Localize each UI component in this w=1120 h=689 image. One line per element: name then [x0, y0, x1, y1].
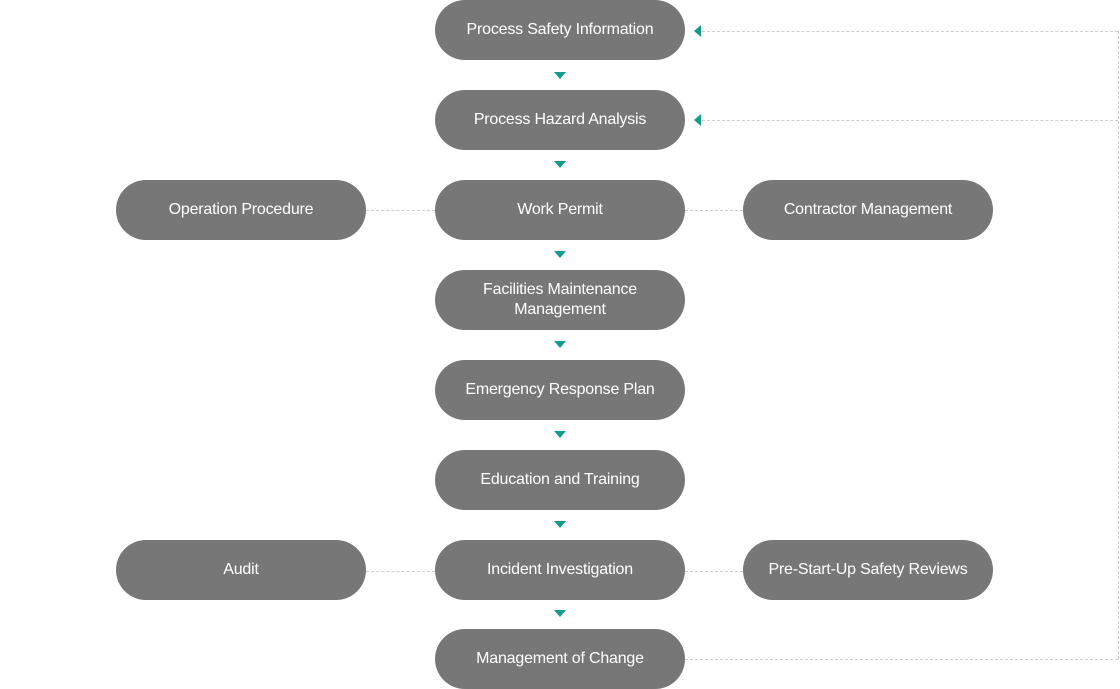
arrow-left-icon: [694, 114, 701, 126]
arrow-down-icon: [554, 251, 566, 258]
arrow-left-icon: [694, 25, 701, 37]
node-pre-startup-safety-reviews: Pre-Start-Up Safety Reviews: [743, 540, 993, 600]
arrow-down-icon: [554, 161, 566, 168]
connector-pre-startup: [685, 571, 743, 572]
connector-audit: [366, 571, 435, 572]
arrow-down-icon: [554, 610, 566, 617]
node-process-safety-information: Process Safety Information: [435, 0, 685, 60]
node-emergency-response-plan: Emergency Response Plan: [435, 360, 685, 420]
node-audit: Audit: [116, 540, 366, 600]
node-management-of-change: Management of Change: [435, 629, 685, 689]
connector-operation-procedure: [366, 210, 435, 211]
connector-contractor-management: [685, 210, 743, 211]
arrow-down-icon: [554, 341, 566, 348]
arrow-down-icon: [554, 521, 566, 528]
node-education-training: Education and Training: [435, 450, 685, 510]
arrow-down-icon: [554, 431, 566, 438]
feedback-line-psi: [702, 31, 1118, 32]
node-incident-investigation: Incident Investigation: [435, 540, 685, 600]
arrow-down-icon: [554, 72, 566, 79]
feedback-vertical-line: [1118, 31, 1119, 659]
node-contractor-management: Contractor Management: [743, 180, 993, 240]
node-facilities-maintenance: Facilities Maintenance Management: [435, 270, 685, 330]
node-work-permit: Work Permit: [435, 180, 685, 240]
node-operation-procedure: Operation Procedure: [116, 180, 366, 240]
feedback-line-pha: [702, 120, 1118, 121]
feedback-line-moc: [685, 659, 1118, 660]
node-process-hazard-analysis: Process Hazard Analysis: [435, 90, 685, 150]
